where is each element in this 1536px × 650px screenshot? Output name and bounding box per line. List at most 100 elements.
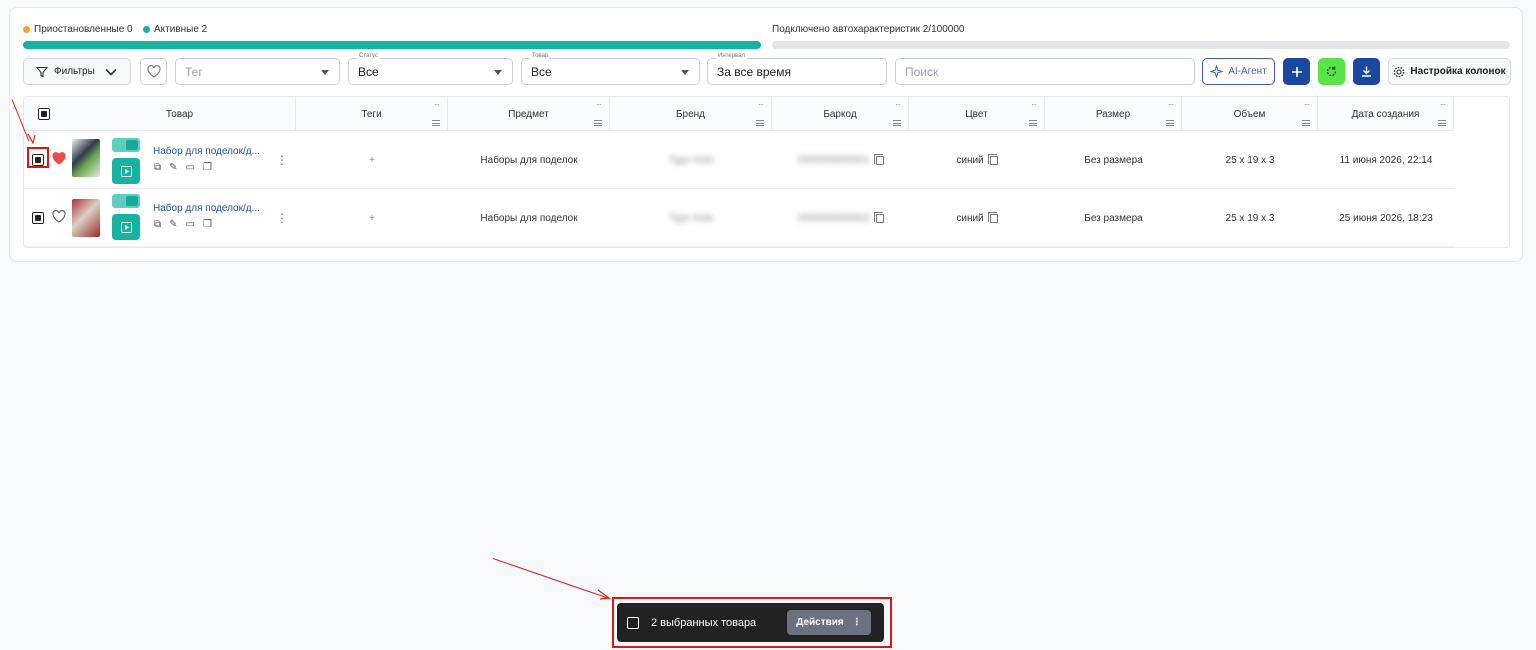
edit-icon[interactable]: ✎ <box>169 162 177 173</box>
column-more-icon[interactable]: ··· <box>895 100 901 109</box>
product-thumbnail[interactable] <box>72 199 100 237</box>
add-product-button[interactable] <box>1283 58 1310 85</box>
column-menu-icon[interactable] <box>756 120 764 126</box>
column-more-icon[interactable]: ··· <box>434 100 440 109</box>
row-more-icon[interactable]: ⋮ <box>272 189 292 247</box>
tag-select[interactable]: Тег <box>175 58 340 85</box>
caret-down-icon <box>494 70 502 75</box>
heart-outline-icon[interactable] <box>52 210 66 223</box>
status-select[interactable]: Статус Все <box>348 53 513 85</box>
column-more-icon[interactable]: ··· <box>1168 100 1174 109</box>
selection-checkbox[interactable] <box>627 616 639 629</box>
header-size[interactable]: Размер ··· <box>1045 97 1182 131</box>
download-button[interactable] <box>1353 58 1380 85</box>
play-button[interactable] <box>112 214 140 240</box>
copy-icon[interactable] <box>873 211 884 223</box>
product-name-link[interactable]: Набор для поделок/д... <box>153 203 260 214</box>
column-menu-icon[interactable] <box>432 120 440 126</box>
refresh-button[interactable] <box>1318 58 1345 85</box>
column-more-icon[interactable]: ··· <box>1440 100 1446 109</box>
size-cell: Без размера <box>1084 154 1143 166</box>
tags-cell[interactable]: + <box>296 131 448 189</box>
selection-count: 2 выбранных товара <box>651 616 757 629</box>
filters-label: Фильтры <box>54 66 95 77</box>
column-menu-icon[interactable] <box>1166 120 1174 126</box>
header-tags[interactable]: Теги ··· <box>296 97 448 131</box>
created-cell: 25 июня 2026, 18:23 <box>1339 212 1433 224</box>
header-subject[interactable]: Предмет ··· <box>448 97 610 131</box>
products-table: Товар Теги ··· Предмет ··· Бренд ··· Бар… <box>23 96 1510 248</box>
table-header: Товар Теги ··· Предмет ··· Бренд ··· Бар… <box>24 97 1454 131</box>
header-product[interactable]: Товар <box>64 97 296 131</box>
column-menu-icon[interactable] <box>594 120 602 126</box>
color-value: синий <box>956 154 984 166</box>
caret-down-icon <box>321 70 329 75</box>
column-menu-icon[interactable] <box>1302 120 1310 126</box>
actions-button[interactable]: Действия ⋮ <box>787 610 871 635</box>
play-button[interactable] <box>112 158 140 184</box>
column-more-icon[interactable]: ··· <box>758 100 764 109</box>
favorites-filter-button[interactable] <box>140 58 167 85</box>
status-toggle[interactable] <box>112 138 140 152</box>
interval-select[interactable]: Интервал За все время <box>707 53 887 85</box>
heart-outline-icon <box>146 65 161 78</box>
refresh-icon <box>1326 66 1337 77</box>
columns-settings-button[interactable]: Настройка колонок <box>1388 58 1511 85</box>
column-menu-icon[interactable] <box>893 120 901 126</box>
product-select[interactable]: Товар Все <box>521 53 700 85</box>
heart-filled-icon[interactable] <box>52 152 66 165</box>
header-brand[interactable]: Бренд ··· <box>610 97 772 131</box>
filters-button[interactable]: Фильтры <box>23 58 131 85</box>
select-all-checkbox[interactable] <box>38 108 50 120</box>
annotation-arrow-bottom <box>492 558 611 600</box>
tag-placeholder: Тег <box>185 64 203 79</box>
stats-connected: Подключено автохарактеристик 2/100000 <box>772 24 964 35</box>
annotation-arrowhead-icon <box>597 589 610 600</box>
active-dot-icon <box>143 26 150 33</box>
copy-icon[interactable] <box>987 211 998 223</box>
select-all-cell <box>24 97 64 131</box>
stats-paused: Приостановленные 0 <box>23 24 133 35</box>
external-link-icon[interactable]: ⧉ <box>154 219 161 230</box>
header-created[interactable]: Дата создания ··· <box>1318 97 1454 131</box>
row-more-icon[interactable]: ⋮ <box>272 131 292 189</box>
copy-icon[interactable] <box>987 153 998 165</box>
header-tags-label: Теги <box>361 108 382 120</box>
copy-icon[interactable] <box>873 153 884 165</box>
header-barcode[interactable]: Баркод ··· <box>772 97 909 131</box>
header-color[interactable]: Цвет ··· <box>909 97 1045 131</box>
gear-icon <box>1394 66 1405 77</box>
table-row[interactable]: Набор для поделок/д... ⧉ ✎ ▭ ❐ ⋮ + Набор… <box>24 189 1454 247</box>
external-link-icon[interactable]: ⧉ <box>154 162 161 173</box>
plus-icon <box>1291 66 1302 77</box>
product-label: Товар <box>530 53 551 59</box>
product-name-link[interactable]: Набор для поделок/д... <box>153 146 260 157</box>
ai-agent-button[interactable]: AI-Агент <box>1202 58 1275 85</box>
table-row[interactable]: Набор для поделок/д... ⧉ ✎ ▭ ❐ ⋮ + Набор… <box>24 131 1454 189</box>
header-volume[interactable]: Объем ··· <box>1182 97 1318 131</box>
stats-active: Активные 2 <box>143 24 207 35</box>
column-more-icon[interactable]: ··· <box>1031 100 1037 109</box>
size-cell: Без размера <box>1084 212 1143 224</box>
barcode-cell: 2000000000001 <box>772 131 909 189</box>
copy-icon[interactable]: ❐ <box>203 219 212 230</box>
search-input[interactable]: Поиск <box>895 58 1195 85</box>
status-toggle[interactable] <box>112 194 140 208</box>
kebab-icon: ⋮ <box>851 617 862 628</box>
color-cell: синий <box>909 189 1045 247</box>
copy-icon[interactable]: ❐ <box>203 162 212 173</box>
edit-icon[interactable]: ✎ <box>169 219 177 230</box>
tags-cell[interactable]: + <box>296 189 448 247</box>
column-menu-icon[interactable] <box>1029 120 1037 126</box>
search-placeholder: Поиск <box>905 64 939 79</box>
column-more-icon[interactable]: ··· <box>596 100 602 109</box>
column-menu-icon[interactable] <box>1438 120 1446 126</box>
calendar-icon[interactable]: ▭ <box>186 162 195 173</box>
row-checkbox[interactable] <box>32 212 44 224</box>
paused-dot-icon <box>23 26 30 33</box>
calendar-icon[interactable]: ▭ <box>186 219 195 230</box>
row-select-cell <box>24 189 52 247</box>
column-more-icon[interactable]: ··· <box>1304 100 1310 109</box>
product-thumbnail[interactable] <box>72 139 100 177</box>
products-card: Приостановленные 0 Активные 2 Подключено… <box>9 7 1523 262</box>
